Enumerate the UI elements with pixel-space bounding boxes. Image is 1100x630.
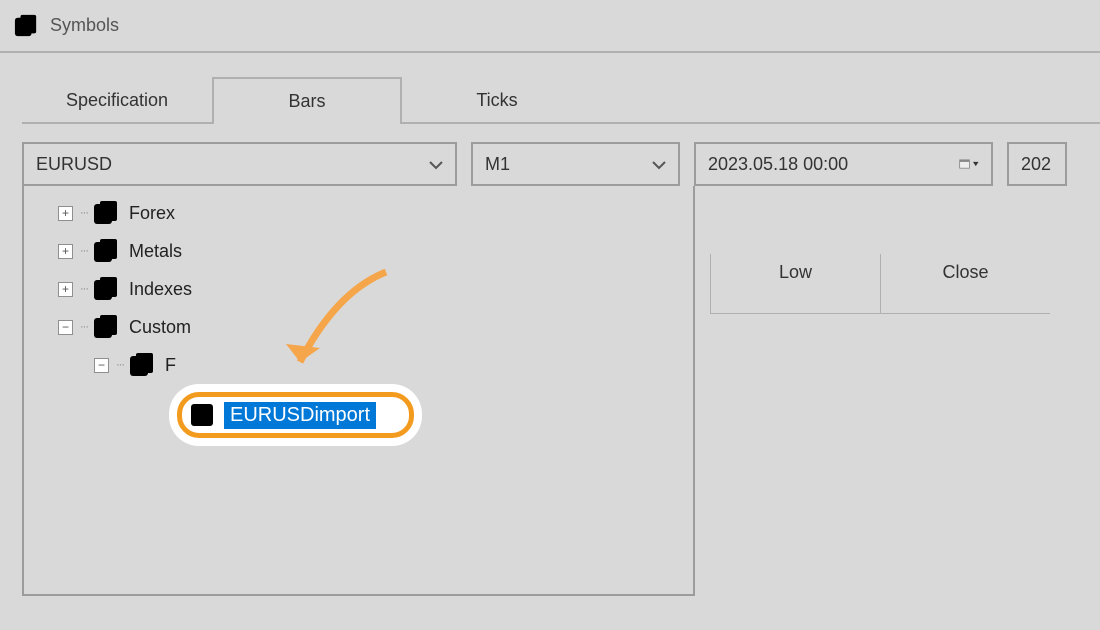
table-header-row: Low Close bbox=[710, 254, 1050, 314]
tree-connector: ··· bbox=[79, 321, 89, 333]
expand-icon[interactable]: + bbox=[58, 282, 73, 297]
tab-bars[interactable]: Bars bbox=[212, 77, 402, 124]
tree-label: Forex bbox=[129, 203, 175, 224]
tree-connector: ··· bbox=[79, 283, 89, 295]
tree-connector: ··· bbox=[115, 359, 125, 371]
date-from-field[interactable]: 2023.05.18 00:00 bbox=[694, 142, 993, 186]
tree-connector: ··· bbox=[79, 207, 89, 219]
symbol-tree: + ··· Forex + ··· Metals + ··· Indexes −… bbox=[32, 194, 685, 384]
tree-selected-highlight: EURUSDimport bbox=[169, 384, 422, 446]
tree-node-custom-sub[interactable]: − ··· F bbox=[32, 346, 685, 384]
expand-icon[interactable]: + bbox=[58, 244, 73, 259]
collapse-icon[interactable]: − bbox=[58, 320, 73, 335]
dollar-folder-icon bbox=[129, 352, 155, 378]
dollar-folder-icon bbox=[93, 276, 119, 302]
window-title: Symbols bbox=[50, 15, 119, 36]
chevron-down-icon bbox=[429, 157, 443, 171]
toolbar: EURUSD M1 2023.05.18 00:00 202 bbox=[22, 142, 1100, 186]
column-header-close[interactable]: Close bbox=[880, 254, 1050, 314]
dollar-folder-icon bbox=[93, 314, 119, 340]
symbols-icon bbox=[14, 14, 38, 38]
dollar-symbol-icon bbox=[190, 402, 216, 428]
calendar-icon[interactable] bbox=[959, 155, 979, 173]
tab-border bbox=[22, 122, 1100, 124]
symbol-dropdown[interactable]: EURUSD bbox=[22, 142, 457, 186]
tree-label: Indexes bbox=[129, 279, 192, 300]
collapse-icon[interactable]: − bbox=[94, 358, 109, 373]
tree-connector: ··· bbox=[79, 245, 89, 257]
date-from-value: 2023.05.18 00:00 bbox=[708, 154, 848, 175]
tree-node-forex[interactable]: + ··· Forex bbox=[32, 194, 685, 232]
date-to-value: 202 bbox=[1021, 154, 1051, 175]
tree-label: F bbox=[165, 355, 176, 376]
column-header-low[interactable]: Low bbox=[710, 254, 880, 314]
tree-node-custom[interactable]: − ··· Custom bbox=[32, 308, 685, 346]
dollar-folder-icon bbox=[93, 200, 119, 226]
tree-node-metals[interactable]: + ··· Metals bbox=[32, 232, 685, 270]
expand-icon[interactable]: + bbox=[58, 206, 73, 221]
timeframe-dropdown[interactable]: M1 bbox=[471, 142, 680, 186]
symbol-tree-dropdown[interactable]: + ··· Forex + ··· Metals + ··· Indexes −… bbox=[22, 186, 695, 596]
window-titlebar: Symbols bbox=[0, 0, 1100, 51]
tab-specification[interactable]: Specification bbox=[22, 77, 212, 124]
tree-node-indexes[interactable]: + ··· Indexes bbox=[32, 270, 685, 308]
tab-ticks[interactable]: Ticks bbox=[402, 77, 592, 124]
chevron-down-icon bbox=[652, 157, 666, 171]
timeframe-value: M1 bbox=[485, 154, 510, 175]
symbol-value: EURUSD bbox=[36, 154, 112, 175]
date-to-field[interactable]: 202 bbox=[1007, 142, 1067, 186]
dollar-folder-icon bbox=[93, 238, 119, 264]
tree-node-eurusdimport[interactable]: EURUSDimport bbox=[177, 392, 414, 438]
tab-bar: Specification Bars Ticks bbox=[22, 77, 1100, 124]
tree-label: Metals bbox=[129, 241, 182, 262]
tree-label: Custom bbox=[129, 317, 191, 338]
tree-selected-label: EURUSDimport bbox=[224, 402, 376, 429]
